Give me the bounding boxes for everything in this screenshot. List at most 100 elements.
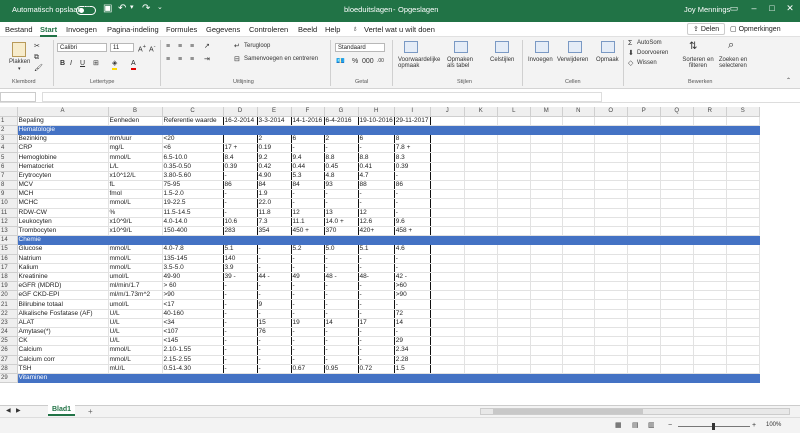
cell[interactable]: - <box>291 189 325 200</box>
cell[interactable] <box>464 290 498 301</box>
cell[interactable]: 0.39 <box>223 162 258 172</box>
align-center-icon[interactable]: ≡ <box>178 55 182 64</box>
cell[interactable] <box>562 345 595 356</box>
cell[interactable] <box>726 217 760 227</box>
cell[interactable] <box>530 364 563 374</box>
cell[interactable]: 1.5 <box>394 364 431 374</box>
cell[interactable] <box>627 355 661 365</box>
cell[interactable]: - <box>394 171 431 182</box>
cell[interactable]: 17 <box>358 318 395 329</box>
formula-input[interactable] <box>42 92 602 102</box>
cell[interactable] <box>726 134 760 145</box>
cell[interactable] <box>627 299 661 310</box>
row-header[interactable]: 8 <box>0 180 18 191</box>
cell[interactable]: - <box>257 345 292 356</box>
cell[interactable]: 84 <box>291 180 325 191</box>
cell[interactable] <box>594 217 628 227</box>
row-header[interactable]: 21 <box>0 299 18 310</box>
cell[interactable]: Bilirubine totaal <box>17 299 109 310</box>
cell[interactable]: 2 <box>257 134 292 145</box>
row-header[interactable]: 20 <box>0 290 18 301</box>
cell[interactable] <box>562 299 595 310</box>
cell[interactable]: 11.8 <box>257 208 292 218</box>
cell[interactable]: 40-160 <box>162 309 224 319</box>
cell[interactable]: - <box>223 281 258 292</box>
zoom-out-icon[interactable]: − <box>668 421 672 430</box>
cell[interactable]: 150-400 <box>162 226 224 237</box>
cell[interactable]: umol/L <box>108 272 163 283</box>
cell[interactable] <box>497 235 531 246</box>
align-middle-icon[interactable]: ≡ <box>178 42 182 51</box>
cell[interactable]: - <box>291 327 325 338</box>
cell[interactable]: - <box>223 208 258 218</box>
cell[interactable]: 2.28 <box>394 355 431 365</box>
cell[interactable] <box>627 373 661 384</box>
cell[interactable]: <107 <box>162 327 224 338</box>
column-header-e[interactable]: E <box>257 107 292 117</box>
cell[interactable] <box>594 143 628 154</box>
cell[interactable] <box>464 162 498 172</box>
cell[interactable] <box>693 345 727 356</box>
cell[interactable] <box>162 235 224 246</box>
cell[interactable] <box>562 143 595 154</box>
cell[interactable]: - <box>223 290 258 301</box>
cell[interactable]: mg/L <box>108 143 163 154</box>
cell[interactable]: mmol/L <box>108 345 163 356</box>
find-select-button[interactable]: Zoeken en selecteren <box>714 57 752 69</box>
cell[interactable]: - <box>257 364 292 374</box>
cell[interactable]: <6 <box>162 143 224 154</box>
cell[interactable]: mmol/L <box>108 198 163 209</box>
cell[interactable]: Alkalische Fosfatase (AF) <box>17 309 109 319</box>
cell[interactable] <box>562 336 595 347</box>
cell[interactable] <box>693 226 727 237</box>
fill-icon[interactable]: ⬇ <box>628 49 634 58</box>
cell[interactable]: 8.8 <box>324 152 359 163</box>
cell[interactable] <box>627 254 661 264</box>
cell[interactable]: - <box>223 364 258 374</box>
cell[interactable] <box>726 143 760 154</box>
cell[interactable] <box>627 244 661 255</box>
cell[interactable] <box>594 309 628 319</box>
autosum-button[interactable]: AutoSom <box>637 40 662 46</box>
cell[interactable] <box>594 162 628 172</box>
autosum-icon[interactable]: Σ <box>628 39 632 48</box>
cell[interactable] <box>497 134 531 145</box>
cell[interactable] <box>562 116 595 126</box>
cell[interactable] <box>530 134 563 145</box>
cell[interactable] <box>223 373 258 384</box>
cell[interactable] <box>497 208 531 218</box>
column-header-h[interactable]: H <box>358 107 395 117</box>
cell[interactable]: 3.5-5.0 <box>162 263 224 273</box>
cell[interactable] <box>594 125 628 136</box>
select-all-corner[interactable] <box>0 107 18 117</box>
bold-icon[interactable]: B <box>60 59 65 68</box>
cell[interactable]: 11.5-14.5 <box>162 208 224 218</box>
cell[interactable] <box>594 327 628 338</box>
percent-icon[interactable]: % <box>352 57 358 66</box>
cell[interactable] <box>627 208 661 218</box>
cell[interactable] <box>464 143 498 154</box>
cell[interactable] <box>430 217 465 227</box>
conditional-formatting-icon[interactable] <box>404 41 418 53</box>
cell[interactable] <box>594 272 628 283</box>
cell[interactable] <box>530 244 563 255</box>
cell[interactable]: - <box>223 189 258 200</box>
cell[interactable] <box>464 198 498 209</box>
cell[interactable]: - <box>257 309 292 319</box>
save-icon[interactable]: ▣ <box>103 3 112 14</box>
cell[interactable] <box>464 299 498 310</box>
cell[interactable] <box>430 355 465 365</box>
cell[interactable]: 9.2 <box>257 152 292 163</box>
cell[interactable]: - <box>324 198 359 209</box>
tab-invoegen[interactable]: Invoegen <box>66 25 97 34</box>
cell[interactable]: 0.67 <box>291 364 325 374</box>
page-break-view-icon[interactable]: ▥ <box>648 421 655 430</box>
cell[interactable]: - <box>291 143 325 154</box>
row-header[interactable]: 13 <box>0 226 18 237</box>
cell[interactable] <box>530 180 563 191</box>
cell[interactable] <box>223 235 258 246</box>
cell[interactable] <box>430 180 465 191</box>
cell[interactable] <box>497 125 531 136</box>
cell[interactable]: - <box>358 299 395 310</box>
cell[interactable] <box>627 272 661 283</box>
